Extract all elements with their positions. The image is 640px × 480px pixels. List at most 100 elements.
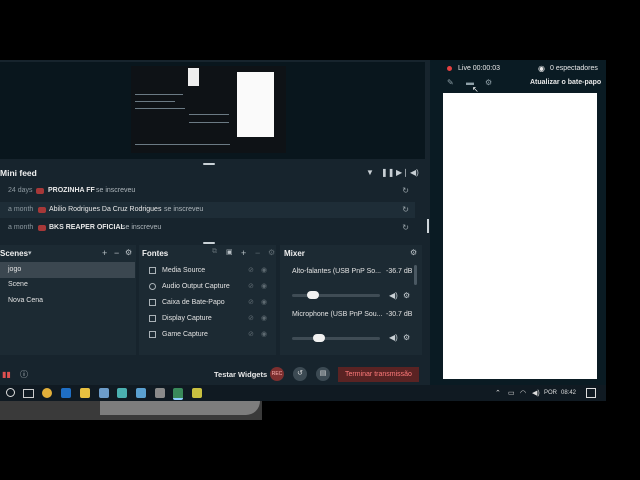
speaker-icon[interactable]: ◀) — [389, 291, 398, 300]
gamepad-icon — [149, 331, 156, 338]
network-icon[interactable]: ▭ — [508, 389, 515, 397]
background-area — [100, 401, 260, 415]
app-icon[interactable] — [136, 388, 146, 398]
end-stream-button[interactable]: Terminar transmissão — [338, 367, 419, 382]
top-black-area — [0, 0, 640, 60]
scene-label: Nova Cena — [8, 297, 44, 304]
chevron-up-icon[interactable]: ⌃ — [495, 389, 501, 397]
slider-knob[interactable] — [307, 291, 319, 299]
source-label: Audio Output Capture — [162, 283, 230, 290]
gear-icon[interactable]: ⚙ — [125, 248, 132, 257]
test-widgets-button[interactable]: Testar Widgets — [214, 370, 267, 379]
filter-icon[interactable]: ▼ — [366, 168, 374, 177]
resize-handle[interactable] — [203, 242, 215, 244]
language-indicator[interactable]: POR — [544, 390, 557, 396]
repeat-icon[interactable]: ↻ — [402, 205, 409, 214]
live-indicator-icon — [447, 66, 452, 71]
repeat-icon[interactable]: ↻ — [402, 223, 409, 232]
gear-icon[interactable]: ⚙ — [268, 248, 275, 257]
eye-icon[interactable]: ◉ — [261, 314, 267, 322]
source-item[interactable]: Media Source ⊘ ◉ — [145, 263, 275, 279]
repeat-icon[interactable]: ↻ — [402, 186, 409, 195]
eye-icon[interactable]: ◉ — [261, 282, 267, 290]
edge-icon[interactable] — [61, 388, 71, 398]
gear-icon[interactable]: ⚙ — [485, 78, 492, 87]
scene-item-nova-cena[interactable]: Nova Cena — [0, 293, 135, 309]
mixer-scrollbar[interactable] — [414, 265, 417, 285]
volume-icon[interactable]: ◀) — [532, 389, 540, 397]
pause-icon[interactable]: ❚❚ — [381, 168, 394, 177]
volume-icon[interactable]: ◀) — [410, 168, 419, 177]
feed-time: 24 days — [8, 187, 33, 194]
scenes-title: Scenes — [0, 249, 29, 258]
source-item[interactable]: Game Capture ⊘ ◉ — [145, 327, 275, 343]
chat-view[interactable] — [443, 93, 597, 379]
notification-icon[interactable] — [586, 388, 596, 398]
lock-icon[interactable]: ⊘ — [248, 298, 254, 306]
feed-time: a month — [8, 224, 34, 231]
remove-source-button[interactable]: − — [255, 248, 260, 258]
app-icon[interactable] — [192, 388, 202, 398]
lock-icon[interactable]: ⊘ — [248, 266, 254, 274]
volume-slider[interactable] — [292, 334, 380, 342]
speaker-icon[interactable]: ◀) — [389, 333, 398, 342]
scene-item-jogo[interactable]: jogo — [0, 262, 135, 278]
feed-user: PROZINHA FF — [48, 187, 95, 194]
streamlabs-icon[interactable] — [173, 388, 183, 400]
gear-icon[interactable]: ⚙ — [410, 248, 417, 257]
lock-icon[interactable]: ⊘ — [248, 282, 254, 290]
refresh-chat-button[interactable]: Atualizar o bate-papo — [530, 79, 601, 86]
folder-icon[interactable]: ▣ — [226, 248, 233, 256]
link-icon[interactable]: ⧉ — [212, 248, 217, 256]
panel-splitter[interactable] — [427, 219, 429, 233]
app-icon[interactable] — [155, 388, 165, 398]
chat-box-icon — [149, 299, 156, 306]
preview-detail — [135, 94, 183, 95]
pencil-icon[interactable]: ✎ — [447, 78, 454, 87]
wifi-icon[interactable]: ◠ — [520, 389, 526, 397]
replay-icon[interactable]: ↺ — [293, 367, 307, 381]
task-view-icon[interactable] — [23, 389, 34, 398]
feed-row: a month Abilio Rodrigues Da Cruz Rodrigu… — [0, 202, 415, 218]
source-item[interactable]: Audio Output Capture ⊘ ◉ — [145, 279, 275, 295]
rec-button[interactable]: REC — [270, 367, 284, 381]
gear-icon[interactable]: ⚙ — [403, 291, 410, 300]
feed-action: se inscreveu — [164, 206, 204, 213]
mixer-channel-name: Microphone (USB PnP Sou... — [292, 311, 383, 318]
clock[interactable]: 08:42 — [561, 390, 576, 396]
file-explorer-icon[interactable] — [80, 388, 90, 398]
lock-icon[interactable]: ⊘ — [248, 314, 254, 322]
info-icon[interactable]: ⓘ — [20, 369, 28, 380]
source-item[interactable]: Display Capture ⊘ ◉ — [145, 311, 275, 327]
eye-icon[interactable]: ◉ — [261, 298, 267, 306]
eye-icon[interactable]: ◉ — [261, 330, 267, 338]
add-scene-button[interactable]: + — [102, 248, 107, 258]
skip-icon[interactable]: ▶❘ — [396, 168, 409, 177]
preview-detail — [135, 101, 175, 102]
chevron-down-icon[interactable]: ▾ — [28, 249, 32, 257]
source-item[interactable]: Caixa de Bate-Papo ⊘ ◉ — [145, 295, 275, 311]
preview-window-thumb — [188, 68, 199, 86]
store-icon[interactable] — [99, 388, 109, 398]
eye-icon[interactable]: ◉ — [261, 266, 267, 274]
slider-knob[interactable] — [313, 334, 325, 342]
performance-icon[interactable]: ▮▮ — [2, 370, 11, 379]
stream-preview[interactable] — [131, 66, 286, 153]
source-label: Media Source — [162, 267, 206, 274]
mixer-channel-name: Alto-falantes (USB PnP So... — [292, 268, 381, 275]
remove-scene-button[interactable]: − — [114, 248, 119, 258]
source-label: Caixa de Bate-Papo — [162, 299, 225, 306]
calendar-icon[interactable]: ▤ — [316, 367, 330, 381]
add-source-button[interactable]: + — [241, 248, 246, 258]
youtube-icon — [38, 207, 46, 213]
scene-item-scene[interactable]: Scene — [0, 277, 135, 293]
chrome-icon[interactable] — [42, 388, 52, 398]
search-icon[interactable] — [6, 388, 15, 397]
app-icon[interactable] — [117, 388, 127, 398]
volume-slider[interactable] — [292, 291, 380, 299]
windows-taskbar — [0, 385, 606, 401]
lock-icon[interactable]: ⊘ — [248, 330, 254, 338]
media-icon — [149, 267, 156, 274]
feed-user: BKS REAPER OFICIAL — [49, 224, 125, 231]
gear-icon[interactable]: ⚙ — [403, 333, 410, 342]
